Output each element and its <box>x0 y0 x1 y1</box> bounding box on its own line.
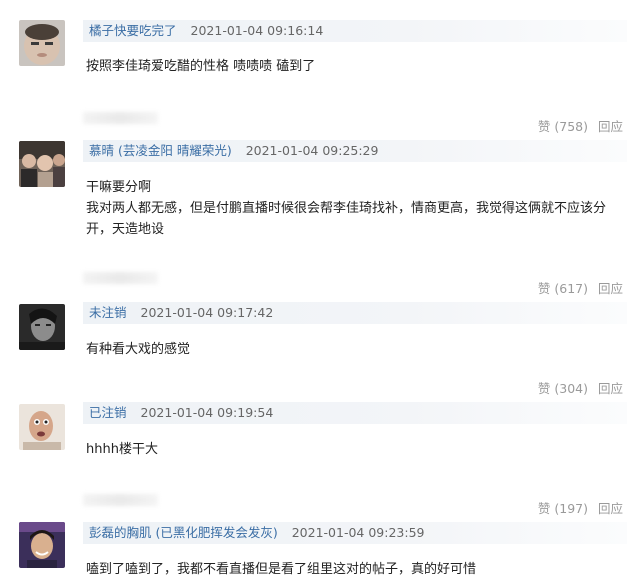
reply-button[interactable]: 回应 <box>598 501 623 516</box>
avatar-dark-portrait-icon <box>19 304 65 350</box>
comment-time: 2021-01-04 09:25:29 <box>245 143 379 158</box>
avatar[interactable] <box>19 404 65 450</box>
avatar-smiling-person-icon <box>19 522 65 568</box>
comment-line: 嗑到了嗑到了，我都不看直播但是看了组里这对的帖子，真的好可惜 <box>86 562 477 577</box>
blurred-divider <box>83 494 158 506</box>
username-link[interactable]: 慕晴 (芸凌金阳 晴耀荣光) <box>83 143 232 158</box>
comment-line: hhhh楼干大 <box>86 442 158 457</box>
comment-header: 彭磊的胸肌 (已黑化肥挥发会发灰) 2021-01-04 09:23:59 <box>83 522 627 544</box>
comment-time: 2021-01-04 09:23:59 <box>291 525 425 540</box>
username-link[interactable]: 未注销 <box>83 305 127 320</box>
like-button[interactable]: 赞 (304) <box>538 381 588 396</box>
comment-actions: 赞 (197) 回应 <box>538 498 623 517</box>
comment-time: 2021-01-04 09:16:14 <box>190 23 324 38</box>
comment-header: 慕晴 (芸凌金阳 晴耀荣光) 2021-01-04 09:25:29 <box>83 140 627 162</box>
comment-text: hhhh楼干大 <box>86 439 631 460</box>
comment-actions: 赞 (617) 回应 <box>538 278 623 297</box>
comment-line: 开，天造地设 <box>86 222 165 237</box>
comment-text: 嗑到了嗑到了，我都不看直播但是看了组里这对的帖子，真的好可惜 <box>86 559 631 580</box>
comment-header: 已注销 2021-01-04 09:19:54 <box>83 402 627 424</box>
comment-line: 干嘛要分啊 <box>86 180 152 195</box>
avatar-crowd-photo-icon <box>19 141 65 187</box>
avatar[interactable] <box>19 141 65 187</box>
reply-button[interactable]: 回应 <box>598 119 623 134</box>
reply-button[interactable]: 回应 <box>598 281 623 296</box>
like-button[interactable]: 赞 (197) <box>538 501 588 516</box>
like-button[interactable]: 赞 (617) <box>538 281 588 296</box>
avatar-hand-photo-icon <box>19 404 65 450</box>
comment-text: 干嘛要分啊 我对两人都无感，但是付鹏直播时候很会帮李佳琦找补，情商更高，我觉得这… <box>86 177 631 240</box>
comment-actions: 赞 (304) 回应 <box>538 378 623 397</box>
comment-time: 2021-01-04 09:19:54 <box>140 405 274 420</box>
avatar[interactable] <box>19 304 65 350</box>
comment-header: 橘子快要吃完了 2021-01-04 09:16:14 <box>83 20 627 42</box>
username-link[interactable]: 已注销 <box>83 405 127 420</box>
blurred-divider <box>83 112 158 124</box>
comment-line: 有种看大戏的感觉 <box>86 342 191 357</box>
comment-actions: 赞 (758) 回应 <box>538 116 623 135</box>
like-button[interactable]: 赞 (758) <box>538 119 588 134</box>
comment-header: 未注销 2021-01-04 09:17:42 <box>83 302 627 324</box>
reply-button[interactable]: 回应 <box>598 381 623 396</box>
username-link[interactable]: 橘子快要吃完了 <box>83 23 177 38</box>
avatar-round-face-icon <box>19 20 65 66</box>
comment-line: 按照李佳琦爱吃醋的性格 啧啧啧 磕到了 <box>86 59 316 74</box>
avatar[interactable] <box>19 20 65 66</box>
comment-text: 有种看大戏的感觉 <box>86 339 631 360</box>
blurred-divider <box>83 272 158 284</box>
username-link[interactable]: 彭磊的胸肌 (已黑化肥挥发会发灰) <box>83 525 278 540</box>
comment-line: 我对两人都无感，但是付鹏直播时候很会帮李佳琦找补，情商更高，我觉得这俩就不应该分 <box>86 201 607 216</box>
comment-time: 2021-01-04 09:17:42 <box>140 305 274 320</box>
comment-text: 按照李佳琦爱吃醋的性格 啧啧啧 磕到了 <box>86 56 631 77</box>
avatar[interactable] <box>19 522 65 568</box>
